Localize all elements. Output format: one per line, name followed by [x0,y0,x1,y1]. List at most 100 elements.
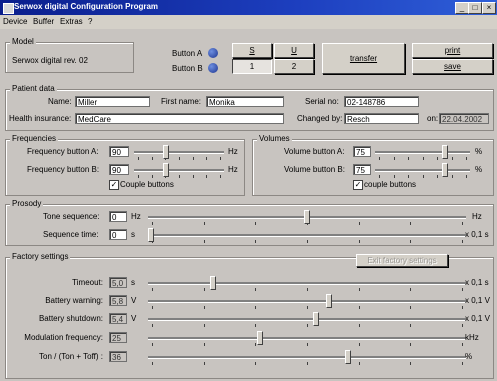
slider-tick [204,222,205,225]
slider-tick [394,157,395,160]
menu-bar: Device Buffer Extras ? [0,15,497,29]
tone-sequence-field[interactable]: 0 [109,211,127,222]
changed-by-label: Changed by: [297,114,343,123]
ton-ratio-slider[interactable] [148,350,466,366]
battery-shutdown-slider[interactable] [148,312,466,328]
volume-a-unit: % [475,147,483,156]
sequence-time-slider[interactable] [148,228,466,244]
slider-tick [359,306,360,309]
slider-tick [193,157,194,160]
volumes-group: Volumes Volume button A: 75 % Volume but… [252,134,494,196]
changed-by-field[interactable]: Resch [344,113,419,124]
timeout-slider[interactable] [148,276,466,292]
menu-device[interactable]: Device [3,17,27,26]
insurance-field[interactable]: MedCare [75,113,284,124]
slider-tick [152,306,153,309]
slider-thumb[interactable] [345,350,351,364]
slider-tick [152,288,153,291]
name-field[interactable]: Miller [75,96,150,107]
slider-tick [423,157,424,160]
battery-shutdown-field: 5,4 [109,313,127,324]
slider-tick [307,306,308,309]
slider-tick [152,362,153,365]
main-panel: Model Serwox digital rev. 02 Button A Bu… [0,29,497,381]
battery-warning-field: 5,8 [109,295,127,306]
menu-extras[interactable]: Extras [60,17,83,26]
prosody-group: Prosody Tone sequence: 0 Hz Hz Sequence … [5,199,494,246]
frequency-a-slider[interactable] [134,145,224,161]
slider-track [375,151,470,154]
slider-thumb[interactable] [148,228,154,242]
mode-1-button[interactable]: 1 [232,59,272,74]
volume-b-slider[interactable] [375,163,470,179]
modulation-frequency-label: Modulation frequency: [24,333,103,342]
slider-tick [307,362,308,365]
timeout-field: 5,0 [109,277,127,288]
maximize-button[interactable]: □ [468,2,482,14]
slider-tick [179,175,180,178]
frequency-a-field[interactable]: 90 [109,146,129,157]
volume-a-slider[interactable] [375,145,470,161]
slider-thumb[interactable] [442,163,448,177]
slider-thumb[interactable] [210,276,216,290]
slider-tick [466,175,467,178]
slider-tick [410,222,411,225]
exit-factory-settings-button[interactable]: Exit factory settings [356,254,448,267]
tone-sequence-slider[interactable] [148,210,466,226]
timeout-unit: s [131,278,135,287]
s-button[interactable]: S [232,43,272,58]
patient-group: Patient data Name: Miller First name: Mo… [5,84,494,131]
slider-track [375,169,470,172]
modulation-frequency-slider[interactable] [148,331,466,347]
frequency-b-slider[interactable] [134,163,224,179]
slider-thumb[interactable] [163,163,169,177]
volume-a-field[interactable]: 75 [353,146,371,157]
slider-tick [307,324,308,327]
slider-thumb[interactable] [442,145,448,159]
slider-tick [204,240,205,243]
menu-buffer[interactable]: Buffer [33,17,54,26]
volume-b-field[interactable]: 75 [353,164,371,175]
slider-thumb[interactable] [326,294,332,308]
save-button[interactable]: save [412,59,493,74]
model-value: Serwox digital rev. 02 [12,56,88,65]
frequency-b-field[interactable]: 90 [109,164,129,175]
slider-tick [359,240,360,243]
slider-tick [410,240,411,243]
slider-tick [307,240,308,243]
print-button[interactable]: print [412,43,493,58]
slider-thumb[interactable] [304,210,310,224]
menu-help[interactable]: ? [88,17,92,26]
frequencies-group: Frequencies Frequency button A: 90 Hz Fr… [5,134,245,196]
sequence-time-field[interactable]: 0 [109,229,127,240]
couple-frequencies-checkbox[interactable]: ✓ [109,180,119,190]
minimize-button[interactable]: _ [455,2,469,14]
slider-tick [204,362,205,365]
date-label: on: [427,114,439,123]
slider-tick [452,175,453,178]
slider-tick [452,157,453,160]
slider-tick [204,324,205,327]
first-name-label: First name: [161,97,202,106]
slider-thumb[interactable] [163,145,169,159]
slider-thumb[interactable] [257,331,263,345]
battery-warning-slider[interactable] [148,294,466,310]
battery-warning-label: Battery warning: [45,296,103,305]
slider-tick [462,222,463,225]
serial-field[interactable]: 02-148786 [344,96,419,107]
couple-volumes-checkbox[interactable]: ✓ [353,180,363,190]
slider-tick [255,362,256,365]
close-button[interactable]: × [482,2,496,14]
slider-thumb[interactable] [313,312,319,326]
timeout-scale-unit: x 0,1 s [465,278,489,287]
u-button[interactable]: U [274,43,314,58]
slider-tick [179,157,180,160]
transfer-button[interactable]: transfer [322,43,405,74]
s-button-label: S [249,46,255,55]
slider-tick [379,175,380,178]
first-name-field[interactable]: Monika [206,96,284,107]
volumes-title: Volumes [257,134,292,143]
transfer-button-label: transfer [349,54,378,63]
slider-tick [152,343,153,346]
mode-2-button[interactable]: 2 [274,59,314,74]
